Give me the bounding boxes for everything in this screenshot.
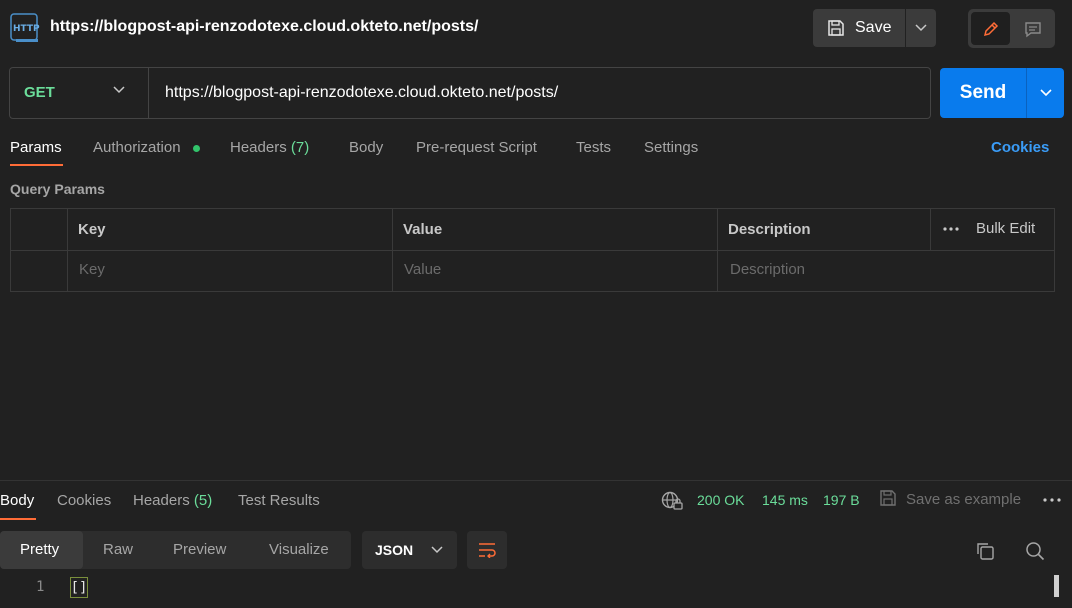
- save-button[interactable]: Save: [813, 9, 905, 47]
- copy-icon[interactable]: [975, 541, 995, 561]
- chevron-down-icon[interactable]: [113, 86, 125, 94]
- param-description-input[interactable]: Description: [730, 261, 805, 278]
- chevron-down-icon: [915, 24, 927, 32]
- tab-response-headers-label: Headers: [133, 492, 190, 509]
- tab-headers[interactable]: Headers (7): [230, 139, 309, 156]
- chevron-down-icon: [431, 546, 443, 554]
- more-options-icon[interactable]: [1043, 498, 1061, 502]
- more-options-icon[interactable]: [943, 227, 959, 231]
- scrollbar-thumb[interactable]: [1054, 575, 1059, 597]
- tab-pre-request-script[interactable]: Pre-request Script: [416, 139, 537, 156]
- table-row-divider: [10, 250, 1055, 251]
- language-label: JSON: [375, 542, 414, 558]
- tab-test-results[interactable]: Test Results: [238, 492, 320, 509]
- param-value-input[interactable]: Value: [404, 261, 441, 278]
- response-time[interactable]: 145 ms: [762, 492, 808, 508]
- table-column-divider: [67, 208, 68, 292]
- format-raw[interactable]: Raw: [103, 541, 133, 558]
- tab-response-headers-count: (5): [193, 492, 213, 509]
- globe-lock-icon[interactable]: [661, 491, 683, 511]
- save-icon: [879, 489, 897, 507]
- tab-authorization[interactable]: Authorization: [93, 139, 181, 156]
- table-column-divider: [717, 208, 718, 292]
- response-code-line[interactable]: []: [70, 577, 88, 598]
- chevron-down-icon: [1039, 89, 1052, 97]
- save-label: Save: [855, 19, 892, 36]
- http-icon: HTTP: [10, 12, 40, 44]
- tab-body[interactable]: Body: [349, 139, 383, 156]
- column-header-description: Description: [728, 221, 811, 238]
- search-icon[interactable]: [1025, 541, 1045, 561]
- format-pretty[interactable]: Pretty: [20, 541, 59, 558]
- auth-status-dot: [193, 145, 200, 152]
- send-button[interactable]: Send: [940, 68, 1026, 118]
- query-params-title: Query Params: [10, 181, 105, 197]
- url-divider: [148, 68, 149, 118]
- send-dropdown-button[interactable]: [1026, 68, 1064, 118]
- tab-params[interactable]: Params: [10, 139, 62, 156]
- line-number: 1: [36, 579, 45, 595]
- request-title[interactable]: https://blogpost-api-renzodotexe.cloud.o…: [50, 18, 478, 36]
- url-input[interactable]: https://blogpost-api-renzodotexe.cloud.o…: [165, 84, 558, 102]
- column-header-value: Value: [403, 221, 443, 238]
- bulk-edit-button[interactable]: Bulk Edit: [976, 220, 1035, 237]
- tab-headers-label: Headers: [230, 139, 287, 156]
- param-key-input[interactable]: Key: [79, 261, 105, 278]
- tab-tests[interactable]: Tests: [576, 139, 611, 156]
- format-visualize[interactable]: Visualize: [269, 541, 329, 558]
- tab-settings[interactable]: Settings: [644, 139, 698, 156]
- table-column-divider: [930, 208, 931, 250]
- format-preview[interactable]: Preview: [173, 541, 226, 558]
- column-header-key: Key: [78, 221, 106, 238]
- save-as-example-button[interactable]: Save as example: [906, 491, 1021, 508]
- cookies-link[interactable]: Cookies: [991, 139, 1049, 156]
- save-dropdown-button[interactable]: [906, 9, 936, 47]
- wrap-lines-button[interactable]: [467, 531, 507, 569]
- comment-icon: [1024, 21, 1041, 37]
- table-column-divider: [392, 208, 393, 292]
- svg-text:HTTP: HTTP: [13, 24, 40, 34]
- save-icon: [827, 19, 845, 37]
- tab-response-headers[interactable]: Headers (5): [133, 492, 212, 509]
- response-size[interactable]: 197 B: [823, 492, 860, 508]
- comment-mode-button[interactable]: [1013, 12, 1052, 45]
- edit-mode-button[interactable]: [971, 12, 1010, 45]
- wrap-lines-icon: [479, 543, 496, 558]
- response-divider[interactable]: [0, 480, 1072, 481]
- status-code[interactable]: 200 OK: [697, 492, 744, 508]
- tab-response-cookies[interactable]: Cookies: [57, 492, 111, 509]
- tab-headers-count: (7): [290, 139, 310, 156]
- method-select[interactable]: GET: [24, 84, 55, 101]
- language-select[interactable]: JSON: [362, 531, 457, 569]
- tab-response-body[interactable]: Body: [0, 492, 34, 509]
- active-tab-indicator: [10, 164, 63, 166]
- pencil-icon: [983, 21, 998, 36]
- active-tab-indicator: [0, 518, 36, 520]
